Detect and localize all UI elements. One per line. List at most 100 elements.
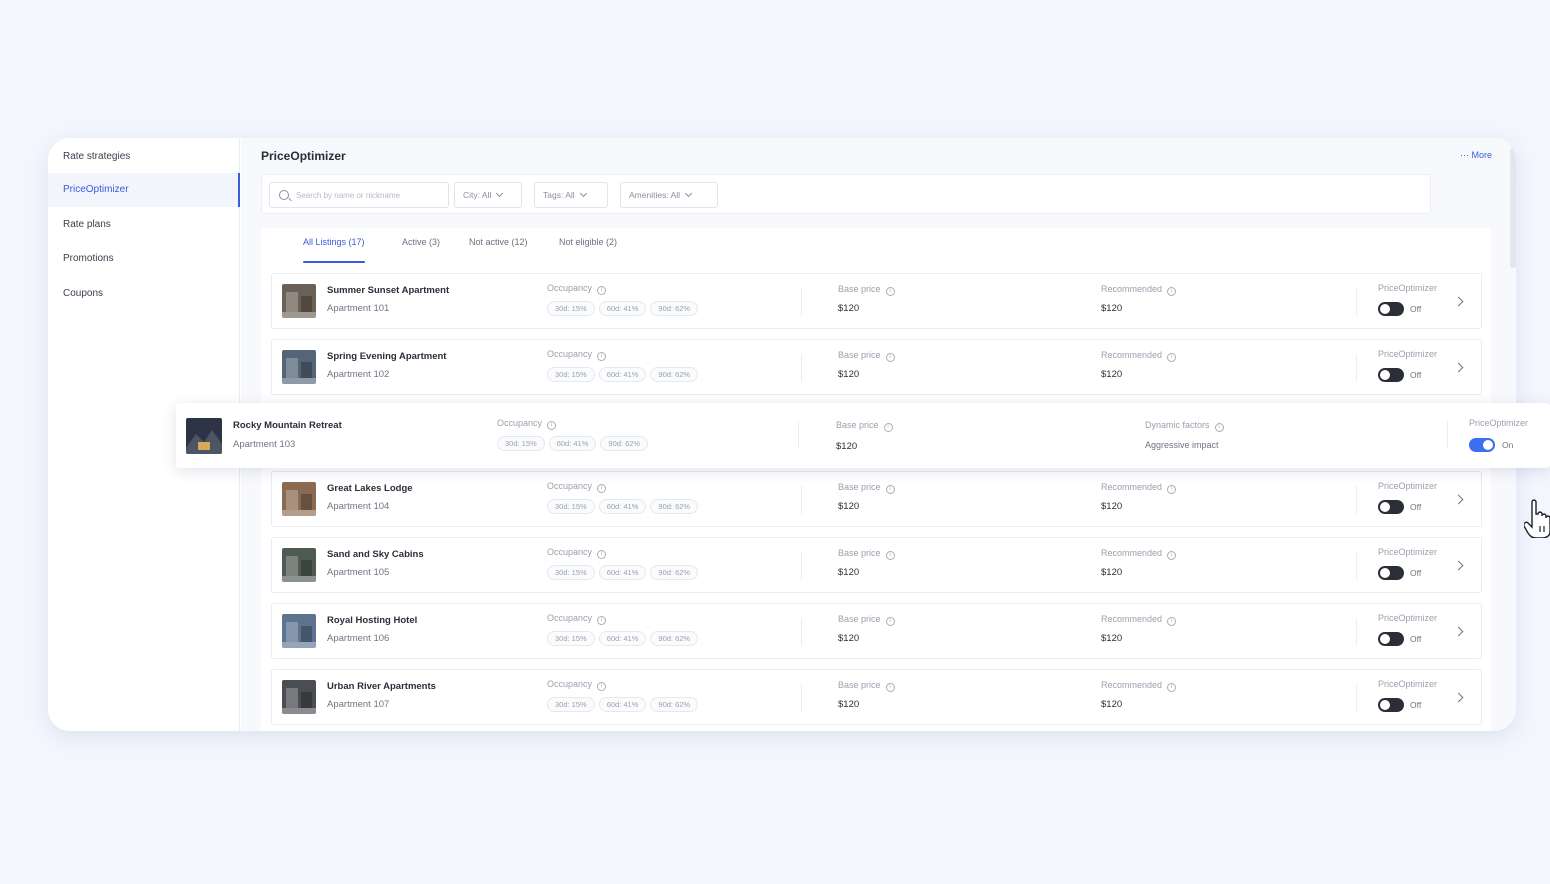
priceoptimizer-toggle[interactable] <box>1378 698 1404 712</box>
info-icon[interactable]: i <box>885 353 895 362</box>
info-icon[interactable]: i <box>597 550 607 559</box>
priceoptimizer-toggle[interactable] <box>1378 302 1404 316</box>
info-icon[interactable]: i <box>597 286 607 295</box>
info-icon[interactable]: i <box>885 683 895 692</box>
info-icon[interactable]: i <box>885 287 895 296</box>
listing-row[interactable]: Sand and Sky Cabins Apartment 105 Occupanc… <box>271 537 1482 593</box>
tab-active[interactable]: Active (3) <box>402 237 440 263</box>
priceoptimizer-toggle[interactable] <box>1469 438 1495 452</box>
base-price-value: $120 <box>838 567 860 578</box>
chevron-down-icon <box>684 189 693 198</box>
tab-all-listings[interactable]: All Listings (17) <box>303 237 365 263</box>
base-price-label: Base price i <box>836 420 893 432</box>
listing-thumbnail <box>186 418 222 454</box>
more-button[interactable]: ··· More <box>1460 150 1492 160</box>
listing-name: Great Lakes Lodge <box>327 483 413 494</box>
listing-row[interactable]: Spring Evening Apartment Apartment 102 Occ… <box>271 339 1482 395</box>
column-divider <box>801 618 802 646</box>
occupancy-chip: 60d: 41% <box>598 631 647 646</box>
info-icon[interactable]: i <box>1167 287 1177 296</box>
occupancy-chip: 60d: 41% <box>548 436 597 451</box>
listing-name: Sand and Sky Cabins <box>327 549 424 560</box>
occupancy-label: Occupancy i <box>547 283 607 295</box>
tab-not-eligible[interactable]: Not eligible (2) <box>559 237 617 263</box>
occupancy-chip: 90d: 62% <box>600 436 649 451</box>
toggle-state-label: Off <box>1410 370 1422 380</box>
listing-apartment: Apartment 101 <box>327 303 390 314</box>
chevron-right-icon[interactable] <box>1453 296 1464 307</box>
tags-filter[interactable]: Tags: All <box>534 182 608 208</box>
toggle-state-label: Off <box>1410 634 1422 644</box>
dynamic-factors-label: Dynamic factors i <box>1145 420 1224 432</box>
info-icon[interactable]: i <box>885 485 895 494</box>
listing-name: Royal Hosting Hotel <box>327 615 418 626</box>
listings-panel: All Listings (17) Active (3) Not active … <box>261 228 1491 731</box>
column-divider <box>801 354 802 382</box>
sidebar-item-rate-strategies[interactable]: Rate strategies <box>48 140 240 174</box>
sidebar-item-rate-plans[interactable]: Rate plans <box>48 208 240 242</box>
listing-image-icon <box>282 614 316 648</box>
occupancy-label: Occupancy i <box>497 418 557 430</box>
listing-name: Summer Sunset Apartment <box>327 285 450 296</box>
priceoptimizer-toggle[interactable] <box>1378 566 1404 580</box>
info-icon[interactable]: i <box>1167 683 1177 692</box>
info-icon[interactable]: i <box>1167 485 1177 494</box>
chevron-right-icon[interactable] <box>1453 494 1464 505</box>
listing-apartment: Apartment 104 <box>327 501 390 512</box>
base-price-label: Base price i <box>838 284 895 296</box>
info-icon[interactable]: i <box>1167 551 1177 560</box>
priceoptimizer-toggle[interactable] <box>1378 500 1404 514</box>
occupancy-label: Occupancy i <box>547 349 607 361</box>
info-icon[interactable]: i <box>1214 423 1224 432</box>
occupancy-chip: 30d: 15% <box>547 697 595 712</box>
toggle-knob <box>1380 700 1390 710</box>
info-icon[interactable]: i <box>885 617 895 626</box>
priceoptimizer-toggle[interactable] <box>1378 632 1404 646</box>
city-filter[interactable]: City: All <box>454 182 522 208</box>
info-icon[interactable]: i <box>1167 617 1177 626</box>
chevron-right-icon[interactable] <box>1453 692 1464 703</box>
scrollbar[interactable] <box>1510 148 1516 268</box>
listing-thumbnail <box>282 548 316 582</box>
search-box[interactable] <box>269 182 449 208</box>
dynamic-factors-value: Aggressive impact <box>1145 440 1219 450</box>
info-icon[interactable]: i <box>597 616 607 625</box>
sidebar-item-priceoptimizer[interactable]: PriceOptimizer <box>48 173 240 207</box>
chevron-right-icon[interactable] <box>1453 560 1464 571</box>
amenities-filter[interactable]: Amenities: All <box>620 182 718 208</box>
occupancy-chip: 60d: 41% <box>598 565 647 580</box>
info-icon[interactable]: i <box>547 421 557 430</box>
occupancy-chips: 30d: 15% 60d: 41% 90d: 62% <box>547 367 699 382</box>
info-icon[interactable]: i <box>597 352 607 361</box>
filter-bar: City: All Tags: All Amenities: All <box>261 174 1431 214</box>
listing-row[interactable]: Great Lakes Lodge Apartment 104 Occupancy i… <box>271 471 1482 527</box>
listing-row[interactable]: Urban River Apartments Apartment 107 Occup… <box>271 669 1482 725</box>
search-input[interactable] <box>296 186 446 204</box>
chevron-right-icon[interactable] <box>1453 362 1464 373</box>
toggle-state-label: Off <box>1410 502 1422 512</box>
listing-name: Rocky Mountain Retreat <box>233 420 342 431</box>
sidebar-item-coupons[interactable]: Coupons <box>48 277 240 311</box>
occupancy-label: Occupancy i <box>547 547 607 559</box>
dragged-listing-row[interactable]: Rocky Mountain Retreat Apartment 103 Occ… <box>176 403 1550 468</box>
priceoptimizer-toggle[interactable] <box>1378 368 1404 382</box>
listing-row[interactable]: Royal Hosting Hotel Apartment 106 Occupanc… <box>271 603 1482 659</box>
chevron-right-icon[interactable] <box>1453 626 1464 637</box>
chevron-down-icon <box>496 189 504 198</box>
base-price-label: Base price i <box>838 548 895 560</box>
info-icon[interactable]: i <box>597 484 607 493</box>
occupancy-label: Occupancy i <box>547 613 607 625</box>
column-divider <box>1356 684 1357 712</box>
search-icon <box>279 190 289 200</box>
info-icon[interactable]: i <box>885 551 895 560</box>
sidebar-item-promotions[interactable]: Promotions <box>48 242 240 276</box>
tab-not-active[interactable]: Not active (12) <box>469 237 528 263</box>
recommended-value: $120 <box>1101 633 1123 644</box>
occupancy-chips: 30d: 15% 60d: 41% 90d: 62% <box>547 301 699 316</box>
listing-row[interactable]: Summer Sunset Apartment Apartment 101 Occu… <box>271 273 1482 329</box>
listing-thumbnail <box>282 680 316 714</box>
info-icon[interactable]: i <box>597 682 607 691</box>
info-icon[interactable]: i <box>883 423 893 432</box>
hand-cursor-icon <box>1524 499 1550 538</box>
info-icon[interactable]: i <box>1167 353 1177 362</box>
